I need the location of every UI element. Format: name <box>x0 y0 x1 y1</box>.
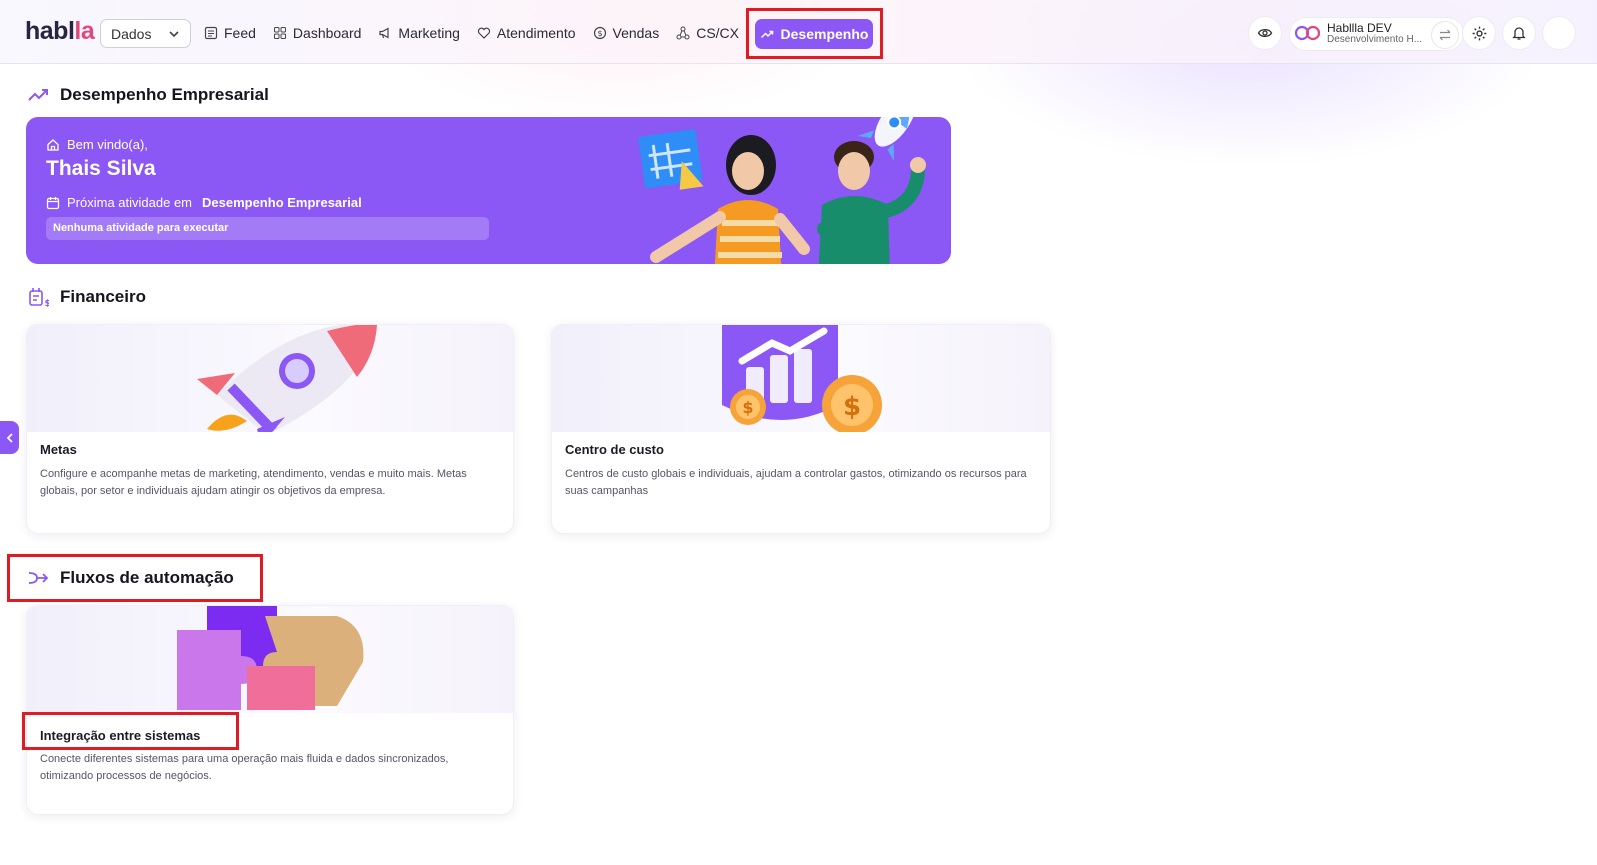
rocket-illustration <box>197 325 377 432</box>
coins-chart-illustration: $ $ <box>722 325 882 432</box>
heart-handshake-icon <box>477 27 491 39</box>
card-integracao-description: Conecte diferentes sistemas para uma ope… <box>40 753 449 782</box>
dollar-circle-icon: $ <box>593 26 606 40</box>
trending-up-icon <box>760 30 773 39</box>
card-metas[interactable]: Metas Configure e acompanhe metas de mar… <box>26 324 514 534</box>
feed-icon <box>204 26 218 40</box>
user-name: Thais Silva <box>46 157 156 180</box>
card-centro-title: Centro de custo <box>565 442 664 457</box>
dashboard-icon <box>273 27 286 39</box>
chevron-left-icon <box>6 432 13 443</box>
sidebar-toggle[interactable] <box>0 421 19 454</box>
visibility-toggle-button[interactable] <box>1248 16 1282 50</box>
section-title-automation: Fluxos de automação <box>27 567 234 589</box>
section-title-performance: Desempenho Empresarial <box>27 84 269 106</box>
nav-item-desempenho[interactable]: Desempenho <box>755 19 873 49</box>
profile-subtitle: Desenvolvimento H... <box>1327 34 1423 45</box>
module-select-value: Dados <box>111 25 152 42</box>
svg-text:$: $ <box>742 398 753 417</box>
profile-name: Habllla DEV <box>1327 21 1392 35</box>
svg-text:$: $ <box>597 29 602 38</box>
network-icon <box>676 26 690 40</box>
next-activity: Próxima atividade em Desempenho Empresar… <box>46 195 362 210</box>
nav-item-feed[interactable]: Feed <box>204 18 256 48</box>
card-metas-description: Configure e acompanhe metas de marketing… <box>40 468 467 497</box>
bell-icon <box>1512 27 1526 40</box>
settings-button[interactable] <box>1462 16 1496 50</box>
team-illustration <box>638 117 926 264</box>
card-centro-illustration: $ $ <box>552 325 1050 432</box>
card-metas-illustration <box>27 325 513 432</box>
puzzle-illustration <box>177 606 364 710</box>
top-navigation-bar: hablla Dados Feed Dashboard Marketing At… <box>0 0 1597 64</box>
module-select[interactable]: Dados <box>100 19 191 48</box>
switch-workspace-button[interactable] <box>1431 21 1459 49</box>
finance-icon: $ <box>29 288 50 308</box>
section-title-finance: $ Financeiro <box>27 286 146 308</box>
eye-icon <box>1257 28 1273 38</box>
svg-text:$: $ <box>45 299 50 308</box>
card-integracao-title: Integração entre sistemas <box>40 728 201 743</box>
nav-item-atendimento[interactable]: Atendimento <box>477 18 576 48</box>
app-logo[interactable]: hablla <box>25 17 95 46</box>
company-logo-icon <box>1294 25 1321 41</box>
notifications-button[interactable] <box>1502 16 1536 50</box>
calendar-icon <box>46 196 60 209</box>
flow-arrow-icon <box>28 572 49 584</box>
nav-item-vendas[interactable]: $ Vendas <box>593 18 659 48</box>
nav-item-dashboard[interactable]: Dashboard <box>273 18 361 48</box>
svg-text:$: $ <box>843 392 861 422</box>
gear-icon <box>1472 26 1486 40</box>
workspace-profile[interactable]: Habllla DEV Desenvolvimento H... <box>1289 17 1464 51</box>
nav-item-cscx[interactable]: CS/CX <box>676 18 739 48</box>
card-centro-description: Centros de custo globais e individuais, … <box>565 468 1027 497</box>
home-icon <box>47 138 59 151</box>
card-integracao-illustration <box>27 606 513 713</box>
trending-up-icon <box>28 89 48 101</box>
main-nav: Feed Dashboard Marketing Atendimento $ V… <box>204 18 756 48</box>
swap-icon <box>1439 29 1451 41</box>
empty-activity-notice: Nenhuma atividade para executar <box>46 217 489 240</box>
user-avatar[interactable] <box>1542 16 1576 50</box>
card-metas-title: Metas <box>40 442 77 457</box>
card-centro-de-custo[interactable]: $ $ Centro de custo Centros de custo glo… <box>551 324 1051 534</box>
welcome-banner: Bem vindo(a), Thais Silva Próxima ativid… <box>26 117 951 264</box>
card-integracao[interactable]: Integração entre sistemas Conecte difere… <box>26 605 514 815</box>
chevron-down-icon <box>169 30 179 37</box>
nav-item-marketing[interactable]: Marketing <box>378 18 460 48</box>
welcome-text: Bem vindo(a), <box>46 137 148 152</box>
megaphone-icon <box>379 27 390 39</box>
